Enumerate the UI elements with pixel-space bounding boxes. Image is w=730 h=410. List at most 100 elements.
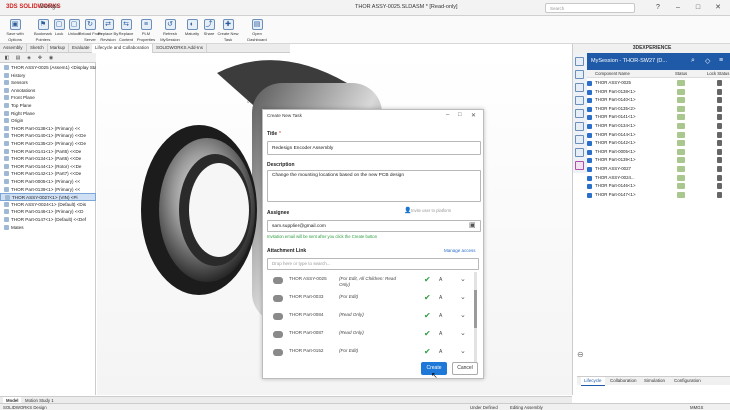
tree-item[interactable]: Sensors bbox=[0, 79, 96, 87]
maximize-button[interactable]: □ bbox=[692, 2, 704, 14]
component-icon bbox=[4, 95, 9, 101]
tree-item[interactable]: THOR Part-0147<1> (Default) <<Def bbox=[0, 216, 96, 224]
chevron-down-icon[interactable]: ⌄ bbox=[460, 275, 466, 283]
cancel-button[interactable]: Cancel bbox=[452, 362, 478, 375]
manage-access-link[interactable]: Manage access bbox=[444, 248, 476, 253]
dialog-maximize-button[interactable]: □ bbox=[458, 112, 462, 118]
dialog-close-button[interactable]: ✕ bbox=[471, 112, 476, 119]
component-row[interactable]: THOR Part-0147<1> bbox=[587, 191, 730, 200]
close-button[interactable]: ✕ bbox=[712, 2, 724, 14]
tree-item[interactable]: Right Plane bbox=[0, 110, 96, 118]
attachment-search-input[interactable]: Drop here or type to search... bbox=[267, 258, 479, 270]
component-row[interactable]: THOR ASSY-0025 bbox=[587, 79, 730, 88]
tree-item[interactable]: THOR ASSY-0024<1> (Default) <Dis bbox=[0, 201, 96, 209]
chevron-down-icon[interactable]: ⌄ bbox=[460, 293, 466, 301]
mysession-bar[interactable]: MySession - THOR-SW27 (D... ⌕ ◇ ≡ bbox=[587, 53, 730, 70]
mysession-icon[interactable] bbox=[575, 57, 584, 66]
assignee-picker-icon[interactable]: ▣ bbox=[469, 221, 476, 229]
title-input[interactable]: Redesign Encoder Assembly bbox=[267, 141, 481, 155]
component-name: THOR Part-0144<1> bbox=[595, 131, 636, 137]
property-manager-icon[interactable]: ▤ bbox=[14, 54, 22, 62]
component-row[interactable]: THOR Part-0146<1> bbox=[587, 182, 730, 191]
tree-item[interactable]: History bbox=[0, 72, 96, 80]
tree-item[interactable]: THOR ASSY-0025 (Assem1) <Display Stat bbox=[0, 64, 96, 72]
tree-item[interactable]: THOR Part-0135<2> (Primary) <<De bbox=[0, 140, 96, 148]
tab-lifecycle[interactable]: Lifecycle bbox=[581, 377, 605, 386]
tree-item[interactable]: THOR Part-0142<1> (Part7) <<De bbox=[0, 170, 96, 178]
minimize-button[interactable]: – bbox=[672, 2, 684, 14]
description-textarea[interactable]: Change the mounting locations based on t… bbox=[267, 170, 481, 202]
tree-item[interactable]: THOR ASSY-0027<1> (VIN) <Pi bbox=[0, 193, 96, 201]
attachment-row[interactable]: THOR Part-0087 (Read Only) ✔ A ⌄ bbox=[267, 327, 479, 345]
col-status[interactable]: Status bbox=[675, 71, 687, 76]
tab-lifecycle-collaboration[interactable]: Lifecycle and Collaboration bbox=[92, 44, 154, 53]
tree-item[interactable]: THOR Part-0141<1> (Part6) <<De bbox=[0, 148, 96, 156]
attachment-row[interactable]: THOR Part-0033 (For Edit) ✔ A ⌄ bbox=[267, 291, 479, 309]
component-row[interactable]: THOR ASSY-0027 bbox=[587, 165, 730, 174]
chevron-down-icon[interactable]: ⌄ bbox=[460, 329, 466, 337]
status-units[interactable]: MMGS bbox=[690, 405, 703, 410]
configuration-manager-icon[interactable]: ◈ bbox=[25, 54, 33, 62]
tree-item[interactable]: Front Plane bbox=[0, 94, 96, 102]
chevron-down-icon[interactable]: ⌄ bbox=[460, 311, 466, 319]
component-row[interactable]: THOR Part-0142<1> bbox=[587, 139, 730, 148]
search-input[interactable]: Search bbox=[545, 3, 635, 13]
component-icon bbox=[4, 171, 9, 177]
component-icon bbox=[587, 106, 592, 112]
tree-item[interactable]: THOR Part-0138<1> (Primary) << bbox=[0, 125, 96, 133]
component-row[interactable]: THOR Part-0144<1> bbox=[587, 131, 730, 140]
tree-item[interactable]: Origin bbox=[0, 117, 96, 125]
col-lock-status[interactable]: Lock Status bbox=[707, 71, 729, 76]
tab-configuration[interactable]: Configuration bbox=[671, 377, 704, 386]
save-with-options-button[interactable]: ▣ Save with Options bbox=[2, 16, 28, 44]
search-icon[interactable]: ⌕ bbox=[691, 57, 695, 65]
invite-user-link[interactable]: Invite user to platform bbox=[411, 208, 451, 213]
tab-simulation[interactable]: Simulation bbox=[641, 377, 668, 386]
component-row[interactable]: THOR Part-0140<1> bbox=[587, 96, 730, 105]
search-app-icon[interactable] bbox=[575, 70, 584, 79]
component-row[interactable]: THOR Part-0134<1> bbox=[587, 122, 730, 131]
chevron-down-icon[interactable]: ⌄ bbox=[460, 347, 466, 355]
tab-sketch[interactable]: Sketch bbox=[27, 44, 48, 53]
component-row[interactable]: THOR Part-0138<1> bbox=[587, 88, 730, 97]
create-new-task-button[interactable]: ✚ Create New Task bbox=[215, 16, 241, 44]
tree-item[interactable]: Top Plane bbox=[0, 102, 96, 110]
component-name: THOR Part-0135<2> bbox=[595, 105, 636, 111]
component-row[interactable]: THOR ASSY-0024... bbox=[587, 174, 730, 183]
tree-item[interactable]: THOR Part-0139<1> (Primary) << bbox=[0, 186, 96, 194]
tab-solidworks-addins[interactable]: SOLIDWORKS Add-Ins bbox=[153, 44, 208, 53]
plm-properties-button[interactable]: ≡ PLM Properties bbox=[133, 16, 159, 44]
tree-item[interactable]: Mates bbox=[0, 224, 96, 232]
attachment-scrollbar-thumb[interactable] bbox=[474, 290, 477, 328]
attachment-row[interactable]: THOR Part-0084 (Read Only) ✔ A ⌄ bbox=[267, 309, 479, 327]
tab-assembly[interactable]: Assembly bbox=[0, 44, 27, 53]
tab-markup[interactable]: Markup bbox=[47, 44, 70, 53]
tree-item[interactable]: Annotations bbox=[0, 87, 96, 95]
status-app: SOLIDWORKS Design bbox=[3, 405, 47, 410]
open-dashboard-button[interactable]: ▤ Open Dashboard bbox=[244, 16, 270, 44]
dimxpert-icon[interactable]: ✥ bbox=[36, 54, 44, 62]
collapse-panel-icon[interactable]: ⊖ bbox=[577, 350, 584, 359]
component-row[interactable]: THOR Part-0005<1> bbox=[587, 148, 730, 157]
attachment-row[interactable]: THOR ASSY-0025 (For Edit, All Children: R… bbox=[267, 273, 479, 291]
tree-item[interactable]: THOR Part-0146<1> (Primary) <<D bbox=[0, 208, 96, 216]
menu-icon[interactable]: ≡ bbox=[719, 57, 723, 64]
tree-item[interactable]: THOR Part-0140<1> (Primary) <<De bbox=[0, 132, 96, 140]
tree-item[interactable]: THOR Part-0144<1> (Rotor) <<De bbox=[0, 163, 96, 171]
col-component-name[interactable]: Component Name bbox=[595, 71, 630, 76]
feature-tree-icon[interactable]: ◧ bbox=[3, 54, 11, 62]
tree-item[interactable]: THOR Part-0134<1> (Part6) <<De bbox=[0, 155, 96, 163]
tree-item[interactable]: THOR Part-0005<1> (Primary) << bbox=[0, 178, 96, 186]
tag-icon[interactable]: ◇ bbox=[705, 57, 710, 65]
help-icon[interactable]: ? bbox=[652, 2, 664, 14]
component-row[interactable]: THOR Part-0135<2> bbox=[587, 105, 730, 114]
component-icon bbox=[587, 89, 592, 95]
tab-collaboration[interactable]: Collaboration bbox=[607, 377, 640, 386]
component-row[interactable]: THOR Part-0141<1> bbox=[587, 113, 730, 122]
dialog-minimize-button[interactable]: – bbox=[446, 112, 449, 118]
component-row[interactable]: THOR Part-0139<1> bbox=[587, 156, 730, 165]
display-manager-icon[interactable]: ◉ bbox=[47, 54, 55, 62]
assignee-input[interactable]: sam.supplier@gmail.com bbox=[267, 220, 481, 232]
tab-evaluate[interactable]: Evaluate bbox=[69, 44, 94, 53]
attachment-row[interactable]: THOR Part-0152 (For Edit) ✔ A ⌄ bbox=[267, 345, 479, 363]
